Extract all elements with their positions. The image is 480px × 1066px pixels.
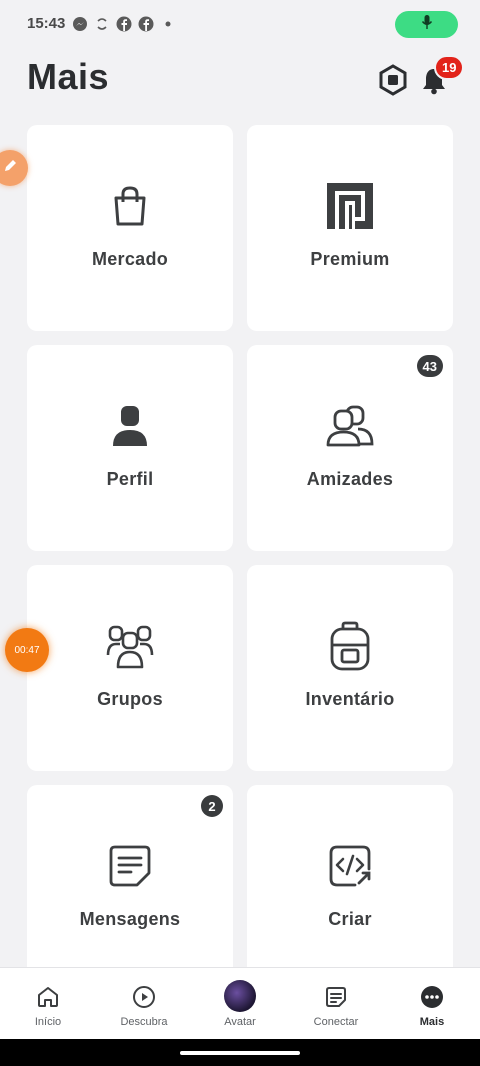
status-bar: 15:43 bbox=[0, 0, 480, 48]
avatar bbox=[224, 980, 256, 1012]
sync-icon bbox=[94, 16, 110, 32]
tile-grupos[interactable]: Grupos bbox=[27, 565, 233, 771]
tile-mensagens[interactable]: 2 Mensagens bbox=[27, 785, 233, 991]
tile-label: Perfil bbox=[106, 469, 154, 489]
nav-item-mais[interactable]: Mais bbox=[384, 968, 480, 1039]
bell-icon bbox=[419, 69, 449, 100]
home-gesture-handle[interactable] bbox=[180, 1051, 300, 1055]
nav-label: Conectar bbox=[313, 1016, 359, 1028]
system-navigation-bar bbox=[0, 1039, 480, 1066]
tile-inventario[interactable]: Inventário bbox=[247, 565, 453, 771]
premium-icon bbox=[325, 181, 375, 231]
messages-count-badge: 2 bbox=[201, 795, 223, 817]
backpack-icon bbox=[325, 621, 375, 671]
status-time: 15:43 bbox=[27, 15, 66, 32]
shopping-bag-icon bbox=[105, 181, 155, 231]
nav-label: Mais bbox=[419, 1016, 445, 1028]
dot-icon bbox=[160, 16, 176, 32]
tile-label: Grupos bbox=[97, 689, 163, 709]
chat-icon bbox=[323, 984, 349, 1010]
tile-criar[interactable]: Criar bbox=[247, 785, 453, 991]
profile-icon bbox=[105, 401, 155, 451]
home-icon bbox=[35, 984, 61, 1010]
facebook-icon bbox=[138, 16, 154, 32]
more-icon bbox=[419, 984, 445, 1010]
microphone-icon bbox=[421, 14, 433, 35]
tile-label: Mensagens bbox=[79, 909, 181, 929]
create-icon bbox=[325, 841, 375, 891]
tile-label: Mercado bbox=[91, 249, 169, 269]
pencil-icon bbox=[2, 158, 18, 179]
play-icon bbox=[131, 984, 157, 1010]
tile-label: Inventário bbox=[305, 689, 395, 709]
tile-label: Premium bbox=[310, 249, 390, 269]
nav-item-avatar[interactable]: Avatar bbox=[192, 968, 288, 1039]
messages-icon bbox=[105, 841, 155, 891]
robux-button[interactable] bbox=[378, 64, 408, 96]
nav-item-inicio[interactable]: Início bbox=[0, 968, 96, 1039]
page-title: Mais bbox=[27, 56, 110, 97]
status-notification-icons bbox=[72, 16, 176, 32]
mic-indicator[interactable] bbox=[395, 11, 458, 38]
tile-amizades[interactable]: 43 Amizades bbox=[247, 345, 453, 551]
groups-icon bbox=[105, 621, 155, 671]
friends-count-badge: 43 bbox=[416, 355, 443, 377]
nav-item-conectar[interactable]: Conectar bbox=[288, 968, 384, 1039]
robux-icon bbox=[378, 64, 408, 100]
tile-label: Criar bbox=[328, 909, 372, 929]
nav-item-descubra[interactable]: Descubra bbox=[96, 968, 192, 1039]
recording-timer[interactable]: 00:47 bbox=[5, 628, 49, 672]
tile-perfil[interactable]: Perfil bbox=[27, 345, 233, 551]
notification-badge: 19 bbox=[434, 55, 465, 80]
friends-icon bbox=[325, 401, 375, 451]
messenger-icon bbox=[72, 16, 88, 32]
facebook-icon bbox=[116, 16, 132, 32]
nav-label: Descubra bbox=[120, 1016, 168, 1028]
bottom-navigation: Início Descubra Avatar Conectar Mais bbox=[0, 967, 480, 1039]
tile-label: Amizades bbox=[306, 469, 394, 489]
tile-premium[interactable]: Premium bbox=[247, 125, 453, 331]
nav-label: Início bbox=[34, 1016, 62, 1028]
tile-mercado[interactable]: Mercado bbox=[27, 125, 233, 331]
nav-label: Avatar bbox=[224, 1016, 256, 1028]
floating-edit-button[interactable] bbox=[0, 150, 28, 186]
